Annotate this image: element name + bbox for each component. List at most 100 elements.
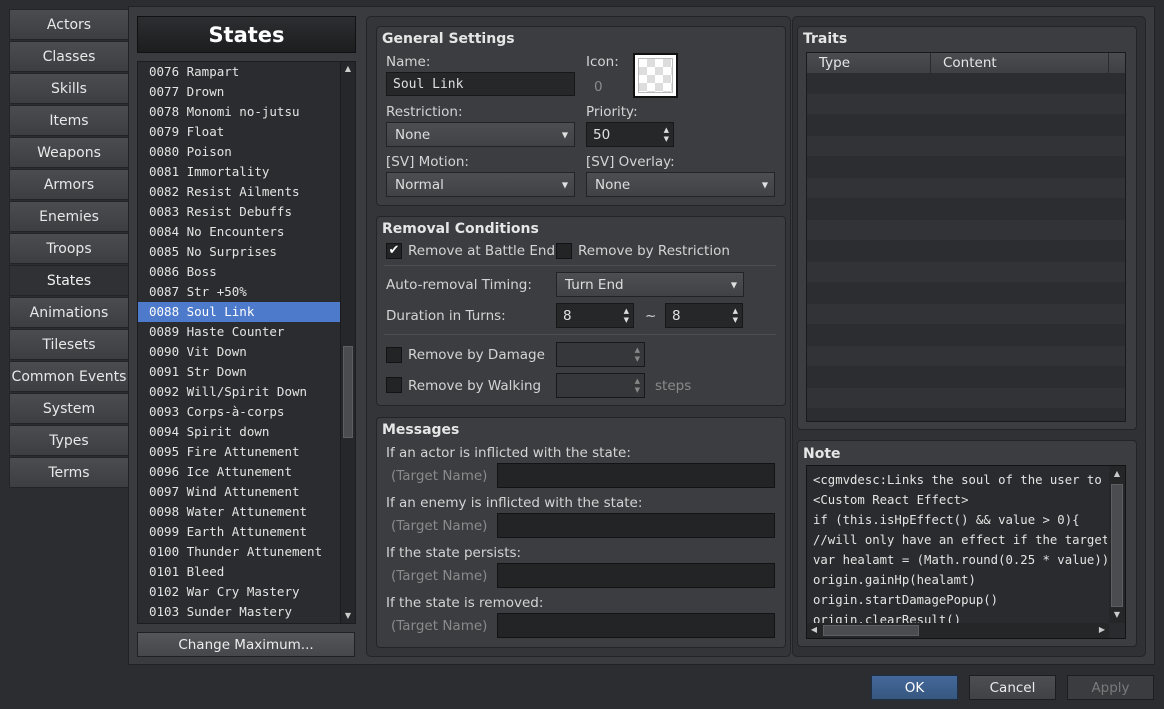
list-item[interactable]: 0090 Vit Down xyxy=(138,342,340,362)
restriction-select[interactable]: None ▼ xyxy=(386,122,575,147)
list-item[interactable]: 0102 War Cry Mastery xyxy=(138,582,340,602)
trait-row[interactable] xyxy=(807,346,1125,366)
list-item[interactable]: 0101 Bleed xyxy=(138,562,340,582)
note-horizontal-scrollbar[interactable]: ◀ ▶ xyxy=(807,623,1109,638)
tab-terms[interactable]: Terms xyxy=(9,457,129,488)
message-field[interactable] xyxy=(497,563,775,588)
tab-system[interactable]: System xyxy=(9,393,129,424)
trait-row[interactable] xyxy=(807,115,1125,135)
tab-armors[interactable]: Armors xyxy=(9,169,129,200)
list-item[interactable]: 0081 Immortality xyxy=(138,162,340,182)
list-item[interactable]: 0093 Corps-à-corps xyxy=(138,402,340,422)
trait-row[interactable] xyxy=(807,73,1125,93)
increment-icon[interactable]: ▲ xyxy=(733,307,738,315)
message-field[interactable] xyxy=(497,613,775,638)
list-item[interactable]: 0100 Thunder Attunement xyxy=(138,542,340,562)
list-item[interactable]: 0091 Str Down xyxy=(138,362,340,382)
traits-table[interactable]: Type Content xyxy=(806,52,1126,422)
scroll-down-icon[interactable]: ▼ xyxy=(1112,609,1122,621)
scroll-left-icon[interactable]: ◀ xyxy=(809,624,819,636)
tab-states[interactable]: States xyxy=(9,265,129,296)
name-field[interactable]: Soul Link xyxy=(386,72,575,96)
list-item[interactable]: 0103 Sunder Mastery xyxy=(138,602,340,622)
column-content[interactable]: Content xyxy=(931,53,1109,73)
trait-row[interactable] xyxy=(807,325,1125,345)
trait-row[interactable] xyxy=(807,136,1125,156)
tab-enemies[interactable]: Enemies xyxy=(9,201,129,232)
list-item[interactable]: 0084 No Encounters xyxy=(138,222,340,242)
list-scrollbar[interactable]: ▲ ▼ xyxy=(340,62,355,623)
scroll-down-icon[interactable]: ▼ xyxy=(343,610,353,622)
decrement-icon[interactable]: ▼ xyxy=(624,316,629,324)
tab-actors[interactable]: Actors xyxy=(9,9,129,40)
trait-row[interactable] xyxy=(807,283,1125,303)
list-item[interactable]: 0098 Water Attunement xyxy=(138,502,340,522)
list-item[interactable]: 0096 Ice Attunement xyxy=(138,462,340,482)
priority-spinner[interactable]: 50 ▲ ▼ xyxy=(586,122,674,147)
remove-by-restriction-checkbox[interactable] xyxy=(556,243,572,259)
list-item[interactable]: 0095 Fire Attunement xyxy=(138,442,340,462)
list-item[interactable]: 0078 Monomi no-jutsu xyxy=(138,102,340,122)
states-list[interactable]: 0076 Rampart 0077 Drown 0078 Monomi no-jut… xyxy=(137,61,356,624)
tab-weapons[interactable]: Weapons xyxy=(9,137,129,168)
tab-items[interactable]: Items xyxy=(9,105,129,136)
apply-button[interactable]: Apply xyxy=(1067,675,1154,700)
trait-row[interactable] xyxy=(807,220,1125,240)
tab-skills[interactable]: Skills xyxy=(9,73,129,104)
scroll-up-icon[interactable]: ▲ xyxy=(1112,468,1122,480)
decrement-icon[interactable]: ▼ xyxy=(733,316,738,324)
list-item[interactable]: 0083 Resist Debuffs xyxy=(138,202,340,222)
note-textarea[interactable]: <cgmvdesc:Links the soul of the user to … xyxy=(806,465,1126,639)
decrement-icon[interactable]: ▼ xyxy=(664,135,669,143)
trait-row[interactable] xyxy=(807,304,1125,324)
remove-at-battle-end-checkbox[interactable]: ✔ xyxy=(386,243,402,259)
list-item[interactable]: 0086 Boss xyxy=(138,262,340,282)
list-item[interactable]: 0099 Earth Attunement xyxy=(138,522,340,542)
tab-tilesets[interactable]: Tilesets xyxy=(9,329,129,360)
tab-animations[interactable]: Animations xyxy=(9,297,129,328)
trait-row[interactable] xyxy=(807,409,1125,421)
list-item[interactable]: 0076 Rampart xyxy=(138,62,340,82)
list-item[interactable]: 0094 Spirit down xyxy=(138,422,340,442)
cancel-button[interactable]: Cancel xyxy=(969,675,1056,700)
trait-row[interactable] xyxy=(807,94,1125,114)
list-item[interactable]: 0077 Drown xyxy=(138,82,340,102)
trait-row[interactable] xyxy=(807,367,1125,387)
timing-select[interactable]: Turn End ▼ xyxy=(556,272,744,297)
icon-picker[interactable] xyxy=(633,53,678,98)
trait-row[interactable] xyxy=(807,157,1125,177)
remove-by-damage-checkbox[interactable] xyxy=(386,347,402,363)
list-item[interactable]: 0087 Str +50% xyxy=(138,282,340,302)
duration-min-spinner[interactable]: 8 ▲ ▼ xyxy=(556,303,634,328)
trait-row[interactable] xyxy=(807,262,1125,282)
tab-types[interactable]: Types xyxy=(9,425,129,456)
list-item[interactable]: 0080 Poison xyxy=(138,142,340,162)
trait-row[interactable] xyxy=(807,241,1125,261)
trait-row[interactable] xyxy=(807,388,1125,408)
scroll-up-icon[interactable]: ▲ xyxy=(343,63,353,75)
note-vertical-scrollbar[interactable]: ▲ ▼ xyxy=(1109,466,1125,623)
tab-common-events[interactable]: Common Events xyxy=(9,361,129,392)
column-type[interactable]: Type xyxy=(807,53,931,73)
overlay-select[interactable]: None ▼ xyxy=(586,172,775,197)
scroll-thumb[interactable] xyxy=(823,625,919,636)
duration-max-spinner[interactable]: 8 ▲ ▼ xyxy=(665,303,743,328)
message-field[interactable] xyxy=(497,513,775,538)
message-field[interactable] xyxy=(497,463,775,488)
scroll-right-icon[interactable]: ▶ xyxy=(1097,624,1107,636)
list-item[interactable]: 0097 Wind Attunement xyxy=(138,482,340,502)
list-item[interactable]: 0088 Soul Link xyxy=(138,302,340,322)
ok-button[interactable]: OK xyxy=(871,675,958,700)
trait-row[interactable] xyxy=(807,178,1125,198)
change-maximum-button[interactable]: Change Maximum... xyxy=(137,632,355,657)
list-item[interactable]: 0082 Resist Ailments xyxy=(138,182,340,202)
list-item[interactable]: 0079 Float xyxy=(138,122,340,142)
list-item[interactable]: 0089 Haste Counter xyxy=(138,322,340,342)
list-item[interactable]: 0085 No Surprises xyxy=(138,242,340,262)
scroll-thumb[interactable] xyxy=(343,346,353,438)
tab-troops[interactable]: Troops xyxy=(9,233,129,264)
remove-by-walking-checkbox[interactable] xyxy=(386,377,402,393)
increment-icon[interactable]: ▲ xyxy=(624,307,629,315)
trait-row[interactable] xyxy=(807,199,1125,219)
list-item[interactable]: 0092 Will/Spirit Down xyxy=(138,382,340,402)
